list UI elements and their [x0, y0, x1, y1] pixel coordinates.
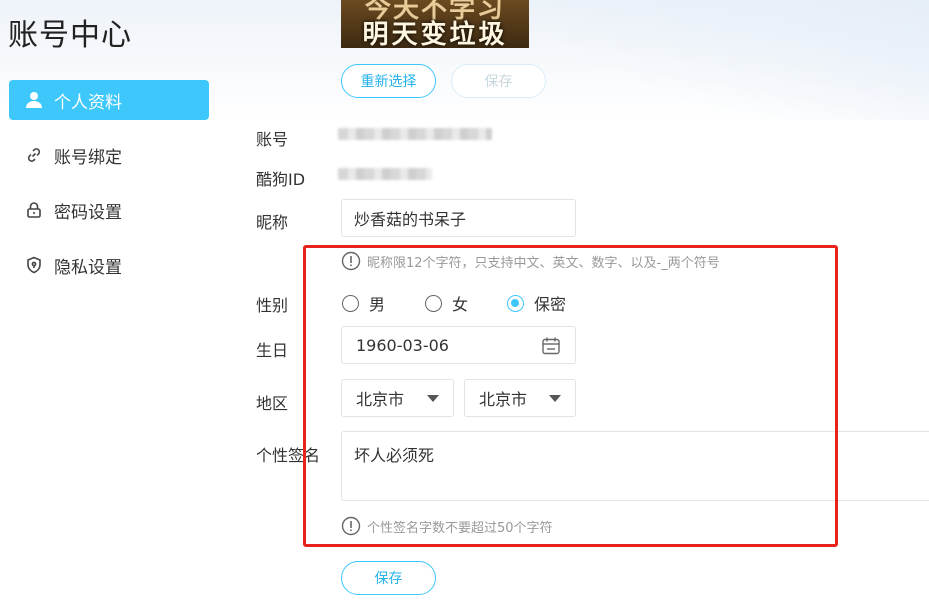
page-title: 账号中心 [8, 18, 132, 53]
sidebar-item-label: 密码设置 [54, 202, 122, 223]
radio-circle [507, 294, 524, 312]
lock-icon [24, 200, 44, 220]
gender-radio-female[interactable]: 女 [425, 291, 468, 315]
info-icon [341, 251, 361, 271]
sidebar-item-label: 个人资料 [54, 92, 122, 113]
radio-circle [342, 294, 359, 312]
kugou-id-value-redacted [338, 168, 432, 180]
nickname-hint-text: 昵称限12个字符，只支持中文、英文、数字、以及-_两个符号 [367, 255, 720, 271]
shield-icon [24, 255, 44, 275]
save-avatar-button[interactable]: 保存 [451, 64, 546, 98]
nickname-input[interactable]: 炒香菇的书呆子 [341, 199, 576, 237]
birthday-label: 生日 [256, 341, 289, 360]
link-icon [24, 145, 44, 165]
account-value-redacted [338, 128, 492, 140]
radio-label: 女 [452, 295, 469, 314]
gender-radio-secret[interactable]: 保密 [507, 291, 566, 315]
radio-label: 男 [369, 295, 386, 314]
nickname-hint: 昵称限12个字符，只支持中文、英文、数字、以及-_两个符号 [341, 251, 720, 271]
region-label: 地区 [256, 394, 289, 413]
signature-hint: 个性签名字数不要超过50个字符 [341, 516, 553, 536]
reselect-avatar-button[interactable]: 重新选择 [341, 64, 436, 98]
sidebar-item-privacy[interactable]: 隐私设置 [9, 245, 209, 285]
signature-textarea[interactable]: 坏人必须死 [341, 431, 929, 501]
province-select[interactable]: 北京市 [341, 379, 454, 417]
birthday-value: 1960-03-06 [356, 335, 449, 355]
kugou-id-label: 酷狗ID [256, 170, 306, 189]
signature-label: 个性签名 [256, 446, 321, 465]
account-label: 账号 [256, 130, 289, 149]
avatar-text-bottom: 明天变垃圾 [362, 20, 508, 48]
nickname-label: 昵称 [256, 213, 289, 232]
sidebar-item-password[interactable]: 密码设置 [9, 190, 209, 230]
sidebar-item-label: 隐私设置 [54, 257, 122, 278]
sidebar-item-account-binding[interactable]: 账号绑定 [9, 135, 209, 175]
calendar-icon[interactable] [541, 336, 561, 360]
chevron-down-icon [427, 395, 439, 402]
info-icon [341, 516, 361, 536]
sidebar: 个人资料 账号绑定 密码设置 隐私设置 [9, 80, 209, 300]
save-profile-button[interactable]: 保存 [341, 561, 436, 595]
sidebar-item-label: 账号绑定 [54, 147, 122, 168]
gender-label: 性别 [256, 296, 289, 315]
sidebar-item-profile[interactable]: 个人资料 [9, 80, 209, 120]
gender-radio-male[interactable]: 男 [342, 291, 385, 315]
signature-hint-text: 个性签名字数不要超过50个字符 [367, 520, 553, 536]
birthday-input[interactable]: 1960-03-06 [341, 326, 576, 364]
chevron-down-icon [549, 395, 561, 402]
province-value: 北京市 [356, 390, 405, 409]
radio-label: 保密 [534, 295, 567, 314]
avatar-image: 今天不学习 明天变垃圾 [341, 0, 529, 48]
radio-circle [425, 294, 442, 312]
city-select[interactable]: 北京市 [464, 379, 576, 417]
user-icon [24, 90, 44, 110]
city-value: 北京市 [479, 390, 528, 409]
